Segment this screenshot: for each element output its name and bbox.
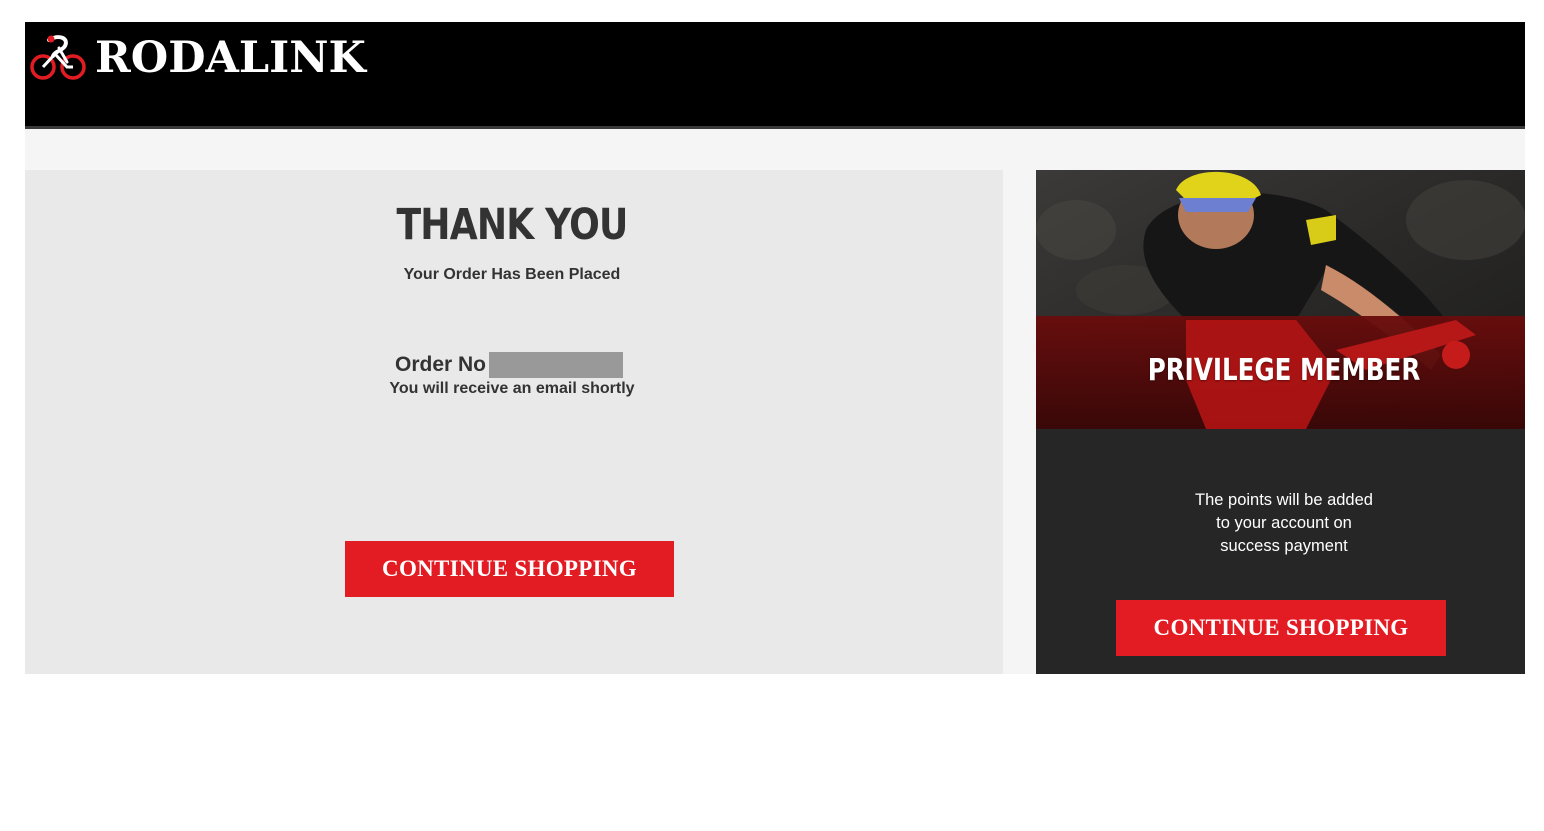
bicycle-rider-icon bbox=[30, 35, 86, 80]
order-placed-subtitle: Your Order Has Been Placed bbox=[403, 266, 621, 283]
points-notice: The points will be added to your account… bbox=[1195, 491, 1373, 555]
order-confirmation-panel: THANK YOU Your Order Has Been Placed Ord… bbox=[25, 170, 1003, 674]
site-header: RODALINK bbox=[25, 22, 1525, 126]
order-confirmation-page: RODALINK THANK YOU Your Order Has Been P… bbox=[0, 0, 1544, 831]
privilege-member-title: PRIVILEGE MEMBER bbox=[1147, 353, 1421, 388]
email-notice: You will receive an email shortly bbox=[389, 380, 635, 397]
panel-gutter bbox=[1003, 170, 1036, 674]
continue-shopping-button[interactable]: CONTINUE SHOPPING bbox=[345, 541, 674, 597]
order-number-redacted bbox=[489, 351, 624, 378]
logo-text: RODALINK bbox=[95, 33, 366, 83]
thank-you-heading: THANK YOU bbox=[396, 200, 629, 250]
privilege-member-panel: PRIVILEGE MEMBER The points will be adde… bbox=[1036, 170, 1525, 674]
order-number-row: Order No bbox=[395, 351, 624, 378]
order-number-label: Order No bbox=[395, 352, 487, 376]
spacer-band bbox=[25, 129, 1525, 170]
rodalink-logo[interactable]: RODALINK bbox=[29, 34, 366, 82]
continue-shopping-button-member[interactable]: CONTINUE SHOPPING bbox=[1116, 600, 1446, 656]
cyclist-hero-image bbox=[1036, 170, 1525, 429]
